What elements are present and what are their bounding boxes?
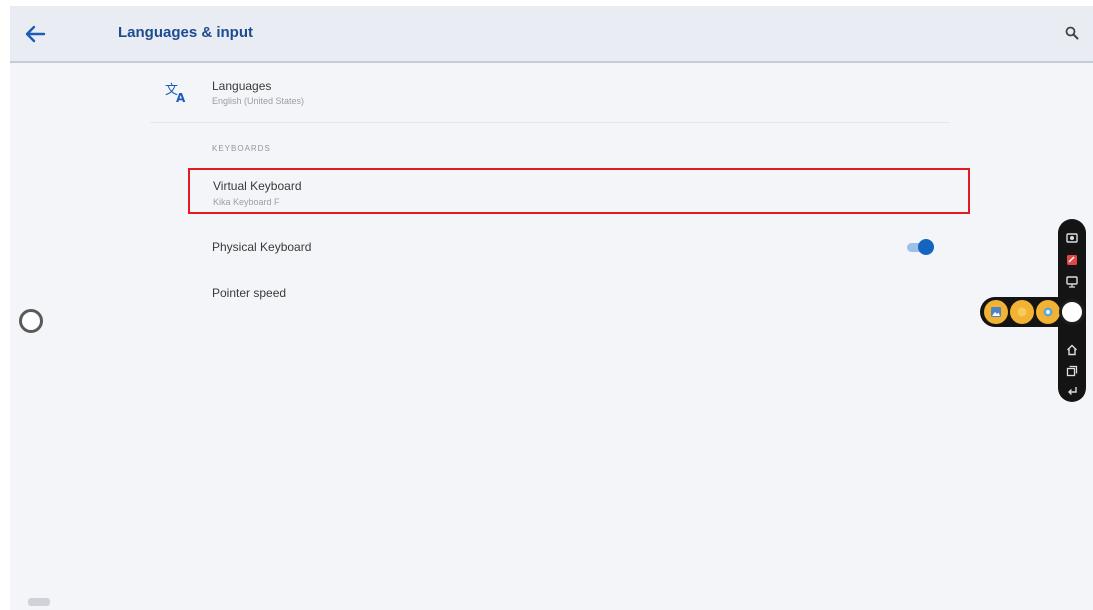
search-icon: [1065, 26, 1079, 40]
return-button[interactable]: [1063, 382, 1081, 400]
virtual-keyboard-row[interactable]: Virtual Keyboard Kika Keyboard F: [188, 168, 970, 214]
browser-button[interactable]: [1036, 300, 1060, 324]
whiteboard-button[interactable]: [1063, 273, 1081, 291]
divider: [150, 122, 950, 123]
translate-icon: 文 A: [165, 83, 186, 104]
floating-assistive-button[interactable]: [19, 309, 43, 333]
tool-button[interactable]: [1010, 300, 1034, 324]
physical-keyboard-toggle[interactable]: [905, 238, 935, 256]
virtual-keyboard-title: Virtual Keyboard: [213, 179, 302, 193]
whiteboard-icon: [1066, 276, 1078, 288]
home-icon: [1067, 344, 1077, 356]
pointer-speed-row[interactable]: Pointer speed: [200, 280, 940, 308]
screenshot-icon: [1066, 233, 1078, 243]
toolbar-center-button[interactable]: [1059, 299, 1085, 325]
gallery-icon: [991, 307, 1001, 317]
recent-apps-button[interactable]: [1063, 362, 1081, 380]
annotate-button[interactable]: [1063, 251, 1081, 269]
browser-icon: [1043, 307, 1053, 317]
pointer-speed-title: Pointer speed: [212, 286, 287, 300]
back-button[interactable]: [20, 20, 50, 48]
toggle-thumb: [918, 239, 934, 255]
home-button[interactable]: [1063, 341, 1081, 359]
virtual-keyboard-subtitle: Kika Keyboard F: [213, 197, 280, 207]
physical-keyboard-title: Physical Keyboard: [212, 240, 312, 254]
languages-title: Languages: [212, 79, 272, 93]
screenshot-button[interactable]: [1063, 229, 1081, 247]
gallery-button[interactable]: [984, 300, 1008, 324]
languages-row[interactable]: 文 A Languages English (United States): [160, 76, 950, 118]
tool-icon: [1017, 307, 1027, 317]
app-bar: Languages & input: [10, 6, 1093, 63]
arrow-left-icon: [25, 25, 46, 43]
settings-screen: Languages & input 文 A Languages English …: [10, 6, 1093, 610]
svg-text:A: A: [176, 91, 186, 104]
recent-apps-icon: [1066, 365, 1078, 377]
annotate-icon: [1067, 255, 1077, 265]
section-header-keyboards: KEYBOARDS: [212, 144, 271, 153]
bottom-handle: [28, 598, 50, 606]
search-button[interactable]: [1059, 20, 1085, 46]
return-icon: [1068, 387, 1077, 395]
languages-subtitle: English (United States): [212, 96, 305, 106]
physical-keyboard-row[interactable]: Physical Keyboard: [200, 234, 940, 262]
page-title: Languages & input: [118, 24, 253, 41]
